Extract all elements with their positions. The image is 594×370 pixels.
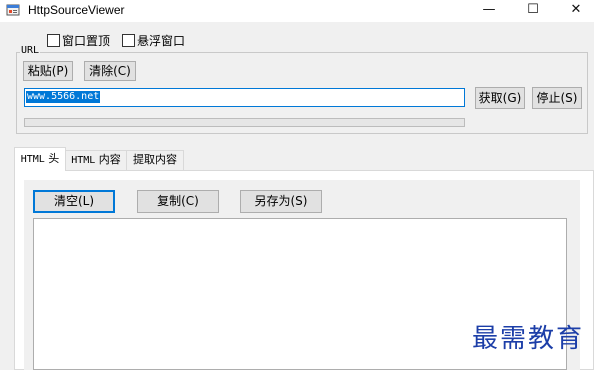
- url-input[interactable]: www.5566.net: [24, 88, 465, 107]
- tab-label-latin: HTML: [71, 155, 96, 166]
- watermark-text: 最需教育: [472, 324, 585, 354]
- tab-label-cjk: 头: [44, 152, 60, 165]
- tab-label: 提取内容: [133, 153, 177, 166]
- save-as-button[interactable]: 另存为(S): [240, 190, 322, 213]
- checkbox-box[interactable]: [122, 34, 135, 47]
- fetch-button[interactable]: 获取(G): [475, 87, 525, 109]
- maximize-button[interactable]: ☐: [518, 0, 548, 22]
- floating-window-checkbox[interactable]: 悬浮窗口: [122, 34, 192, 48]
- url-value: www.5566.net: [26, 91, 101, 103]
- paste-button[interactable]: 粘贴(P): [23, 61, 73, 81]
- copy-button[interactable]: 复制(C): [137, 190, 219, 213]
- minimize-button[interactable]: —: [474, 0, 504, 22]
- tab-label-cjk: 内容: [95, 153, 121, 166]
- tab-html-header[interactable]: HTML 头: [14, 147, 66, 171]
- floating-window-label: 悬浮窗口: [137, 34, 186, 48]
- always-on-top-label: 窗口置顶: [62, 34, 111, 48]
- clear-url-button[interactable]: 清除(C): [84, 61, 136, 81]
- title-bar: HttpSourceViewer — ☐ ✕: [0, 0, 594, 22]
- app-icon: [6, 4, 20, 16]
- window-title: HttpSourceViewer: [28, 3, 125, 17]
- stop-button[interactable]: 停止(S): [532, 87, 582, 109]
- clear-content-button[interactable]: 清空(L): [33, 190, 115, 213]
- tab-extract-content[interactable]: 提取内容: [126, 150, 184, 170]
- progress-bar: [24, 118, 465, 127]
- checkbox-box[interactable]: [47, 34, 60, 47]
- tab-label-latin: HTML: [20, 154, 45, 165]
- always-on-top-checkbox[interactable]: 窗口置顶: [47, 34, 117, 48]
- url-group-label: URL: [20, 45, 41, 56]
- close-button[interactable]: ✕: [561, 0, 591, 22]
- tab-html-content[interactable]: HTML 内容: [65, 150, 127, 170]
